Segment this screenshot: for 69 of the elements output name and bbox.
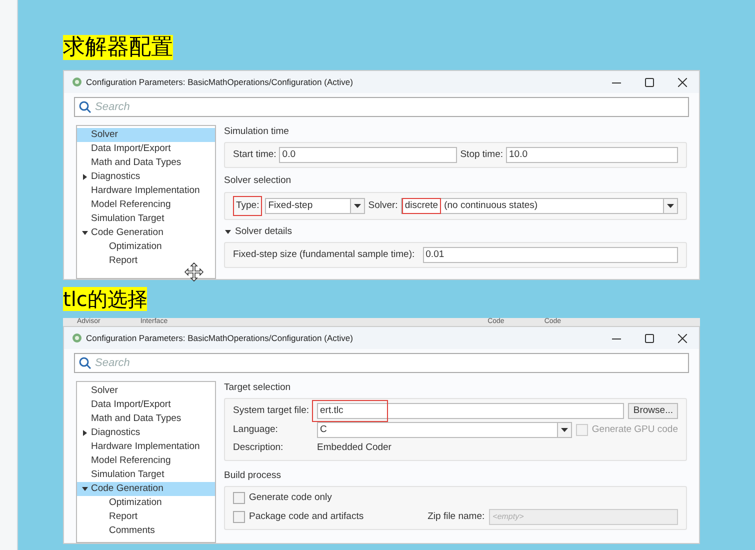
maximize-icon[interactable] — [645, 334, 654, 342]
section-title: Simulation time — [224, 125, 290, 139]
dropdown-caret-icon[interactable] — [350, 198, 364, 213]
sidebar-item[interactable]: Code Generation — [91, 226, 164, 240]
section-title: Build process — [224, 470, 282, 480]
maximize-icon[interactable] — [645, 78, 654, 86]
section-heading: tlc的选择 — [63, 287, 148, 311]
sidebar-item[interactable]: Hardware Implementation — [91, 184, 200, 198]
window-title: Configuration Parameters: BasicMathOperations/Configuration (Active) — [86, 332, 353, 344]
section-heading: 求解器配置 — [63, 35, 173, 60]
close-icon[interactable] — [678, 334, 687, 342]
sidebar-item[interactable]: Model Referencing — [91, 198, 171, 212]
tree-toggle-icon[interactable] — [81, 429, 89, 437]
tree-toggle-icon[interactable] — [81, 173, 89, 181]
dropdown-caret-icon[interactable] — [663, 198, 677, 213]
checkbox[interactable] — [576, 424, 588, 436]
sidebar-item[interactable]: Hardware Implementation — [91, 440, 200, 454]
sidebar-item[interactable]: Optimization — [109, 240, 162, 254]
sidebar-item[interactable]: Data Import/Export — [91, 142, 171, 156]
dropdown-value: (no continuous states) — [444, 198, 539, 212]
checkbox[interactable] — [233, 492, 245, 504]
sidebar-item[interactable]: Data Import/Export — [91, 398, 171, 412]
section-title: Solver selection — [224, 175, 292, 186]
tree-toggle-icon[interactable] — [81, 485, 89, 493]
sidebar-item[interactable]: Report — [109, 510, 138, 524]
browse-button[interactable]: Browse... — [628, 403, 678, 420]
text-field[interactable]: 0.01 — [422, 247, 678, 263]
sidebar-item[interactable]: Simulation Target — [91, 212, 164, 226]
app-logo-icon — [72, 77, 82, 87]
sidebar-item[interactable]: Comments — [109, 524, 155, 538]
field-label: System target file: — [233, 405, 310, 416]
close-icon[interactable] — [678, 78, 687, 86]
checkbox-label: Generate code only — [249, 490, 332, 505]
dropdown[interactable]: discrete (no continuous states) — [400, 198, 678, 214]
tree-toggle-icon[interactable] — [224, 228, 232, 236]
section-title: Solver details — [235, 224, 292, 239]
tree-toggle-icon[interactable] — [81, 229, 89, 237]
sidebar-item[interactable]: Diagnostics — [91, 426, 140, 440]
sidebar-item[interactable]: Optimization — [109, 496, 162, 510]
highlighted-value: discrete — [402, 198, 442, 214]
sidebar-item[interactable]: Model Referencing — [91, 454, 171, 468]
checkbox-label: Package code and artifacts — [249, 510, 364, 524]
field-label: Description: — [233, 442, 284, 454]
sidebar-item[interactable]: Simulation Target — [91, 468, 164, 482]
sidebar-item[interactable]: Diagnostics — [91, 170, 140, 184]
field-label: Language: — [233, 424, 278, 436]
checkbox[interactable] — [233, 511, 245, 523]
field-label: Type: — [236, 198, 260, 212]
sidebar-item[interactable]: Report — [109, 254, 138, 268]
dropdown-caret-icon[interactable] — [556, 423, 571, 438]
field-label: Zip file name: — [428, 510, 485, 522]
dropdown[interactable]: C — [317, 422, 572, 438]
field-label: Fixed-step size (fundamental sample time): — [233, 248, 415, 262]
sidebar-item[interactable]: Solver — [91, 384, 118, 398]
description-text: Embedded Coder — [317, 441, 392, 456]
checkbox-label: Generate GPU code — [592, 423, 678, 438]
search-icon — [79, 101, 91, 113]
section-title: Target selection — [224, 381, 292, 395]
app-logo-icon — [72, 333, 82, 343]
text-field[interactable]: 0.0 — [279, 147, 458, 164]
sidebar-item[interactable]: Math and Data Types — [91, 412, 182, 426]
text-field[interactable]: 10.0 — [506, 147, 678, 164]
search-icon — [79, 357, 91, 369]
window-title: Configuration Parameters: BasicMathOperations/Configuration (Active) — [86, 76, 353, 88]
field-label: Start time: — [233, 148, 276, 162]
sidebar-item[interactable]: Math and Data Types — [91, 156, 182, 170]
field-label: Stop time: — [460, 148, 503, 162]
dropdown[interactable]: Fixed-step — [265, 198, 366, 214]
field-label: Solver: — [368, 198, 398, 212]
